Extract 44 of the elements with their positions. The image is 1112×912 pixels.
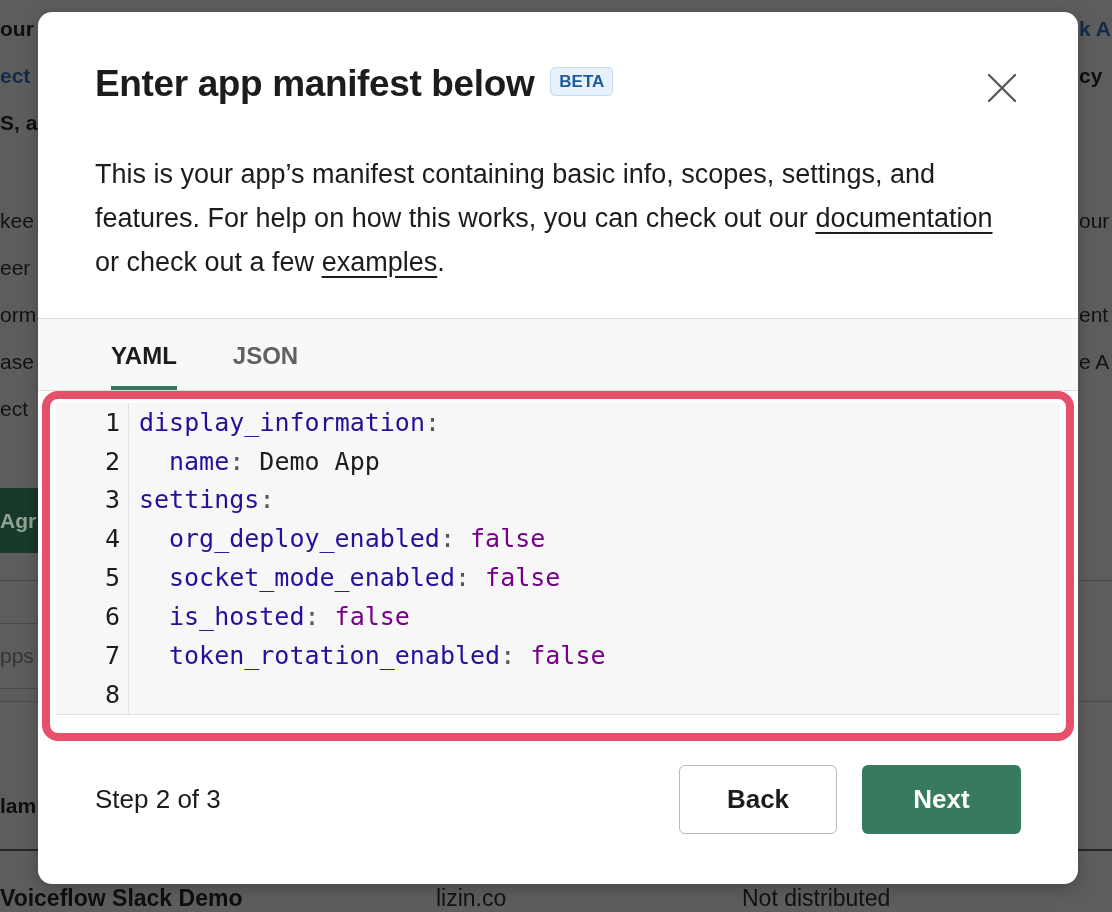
code-line: name: Demo App (169, 445, 380, 478)
line-number: 1 (104, 406, 120, 439)
body-text: ent (1079, 302, 1109, 328)
code-line: is_hosted: false (169, 601, 410, 634)
line-number: 6 (104, 601, 120, 634)
heading-text: S, a (0, 110, 38, 136)
tab[interactable]: YAML (111, 319, 177, 390)
line-number: 4 (104, 523, 120, 556)
body-text: orm (0, 302, 37, 328)
heading-text: our (0, 16, 34, 42)
text-link[interactable]: examples (321, 247, 438, 277)
close-button[interactable] (988, 74, 1016, 102)
primary-button[interactable]: Next (862, 765, 1021, 834)
line-number: 3 (104, 484, 120, 517)
code-editor[interactable]: 1 display_information: 2 name: Demo App 3 settings: 4 org_deploy_enabled: false 5 socket_mode_enabled: false 6 is_hosted: false 7 token_rotation_enabled: false 8 (56, 403, 1060, 715)
body-text: eer (0, 255, 31, 281)
line-number: 5 (104, 562, 120, 595)
body-text: our (1079, 208, 1110, 234)
step-text: Step 2 of 3 (95, 783, 221, 816)
code-line: display_information: (139, 406, 441, 439)
heading-text: Voiceflow Slack Demo (0, 884, 243, 912)
line-number: 2 (104, 445, 120, 478)
tab[interactable]: JSON (232, 319, 299, 390)
code-line: settings: (139, 484, 275, 517)
body-text: ect (0, 396, 28, 422)
description-text: This is your app’s manifest containing basic info, scopes, settings, and features. For help on how this works, you can check out our documentation or check out a few examples. (95, 158, 994, 279)
body-text: ase (0, 349, 34, 375)
page-button[interactable]: Agr (0, 488, 38, 553)
code-line: socket_mode_enabled: false (169, 562, 561, 595)
heading-text: lam (0, 793, 37, 819)
body-text: lizin.co (436, 884, 507, 912)
code-line: org_deploy_enabled: false (169, 523, 546, 556)
heading-text: cy (1079, 63, 1103, 89)
secondary-button[interactable]: Back (679, 765, 837, 834)
line-number: 7 (104, 639, 120, 672)
body-text: Not distributed (742, 884, 891, 912)
body-text: kee (0, 208, 34, 234)
dialog-title: Enter app manifest below (95, 62, 535, 106)
close-icon (988, 74, 1016, 102)
code-line: token_rotation_enabled: false (169, 639, 606, 672)
beta-badge: BETA (550, 66, 614, 96)
body-text: e A (1079, 349, 1110, 375)
text-link[interactable]: documentation (815, 203, 993, 233)
line-number: 8 (104, 678, 120, 711)
